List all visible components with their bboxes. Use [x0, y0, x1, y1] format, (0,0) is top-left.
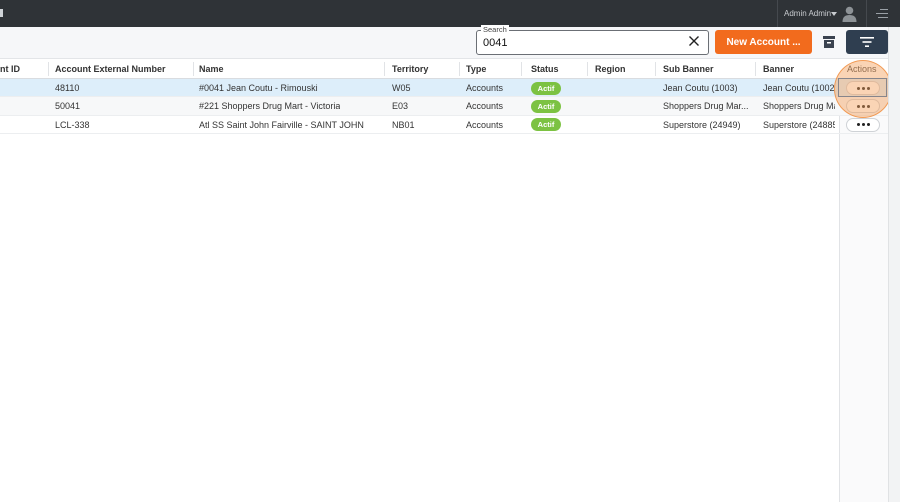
table-row[interactable]: LCL-338 Atl SS Saint John Fairville - SA…	[0, 116, 888, 134]
cell-type: Accounts	[466, 83, 504, 93]
cell-banner: Shoppers Drug Mar...	[763, 101, 835, 112]
column-divider	[587, 62, 588, 76]
more-dot	[866, 123, 870, 127]
menu-icon[interactable]	[876, 9, 888, 19]
column-header-region[interactable]: Region	[595, 64, 626, 74]
cell-territory: W05	[392, 83, 411, 93]
filter-button[interactable]	[846, 30, 888, 54]
more-dot	[856, 123, 860, 127]
cell-external-number: 50041	[55, 101, 81, 112]
search-label: Search	[481, 25, 509, 34]
app-menu-icon[interactable]	[0, 9, 3, 17]
cell-sub-banner: Shoppers Drug Mar...	[663, 101, 749, 112]
more-dot	[861, 123, 865, 127]
cell-territory: E03	[392, 101, 409, 112]
column-header-territory[interactable]: Territory	[392, 64, 428, 74]
column-header-type[interactable]: Type	[466, 64, 486, 74]
column-header-banner[interactable]: Banner	[763, 64, 794, 74]
focused-actions-cell	[838, 78, 887, 97]
column-divider	[48, 62, 49, 76]
cell-name: #0041 Jean Coutu - Rimouski	[199, 83, 318, 93]
column-header-status[interactable]: Status	[531, 64, 559, 74]
topbar-divider	[777, 0, 778, 27]
status-badge: Actif	[531, 118, 561, 132]
cell-banner: Jean Coutu (1002)	[763, 83, 835, 93]
column-divider	[521, 62, 522, 76]
cell-external-number: LCL-338	[55, 119, 90, 130]
table-header: nt ID Account External Number Name Terri…	[0, 59, 888, 79]
table-row[interactable]: 50041 #221 Shoppers Drug Mart - Victoria…	[0, 97, 888, 116]
cell-banner: Superstore (24885)	[763, 119, 835, 130]
topbar-divider	[866, 0, 867, 27]
cell-name: Atl SS Saint John Fairville - SAINT JOHN	[199, 119, 364, 130]
user-avatar-icon[interactable]	[842, 6, 857, 22]
search-input[interactable]	[483, 36, 673, 50]
close-icon[interactable]	[688, 35, 700, 47]
cell-name: #221 Shoppers Drug Mart - Victoria	[199, 101, 341, 112]
more-dot	[856, 104, 860, 108]
row-actions-button[interactable]	[846, 99, 880, 114]
column-header-actions: Actions	[847, 64, 877, 74]
cell-territory: NB01	[392, 119, 415, 130]
caret-down-icon[interactable]	[831, 12, 837, 16]
column-divider	[193, 62, 194, 76]
row-actions-button[interactable]	[846, 117, 880, 132]
new-account-button[interactable]: New Account ...	[715, 30, 812, 54]
status-badge: Actif	[531, 81, 561, 95]
column-divider	[655, 62, 656, 76]
archive-icon[interactable]	[820, 33, 838, 51]
cell-type: Accounts	[466, 101, 504, 112]
column-header-external-number[interactable]: Account External Number	[55, 64, 166, 74]
more-dot	[866, 104, 870, 108]
cell-type: Accounts	[466, 119, 504, 130]
filter-icon	[860, 37, 874, 47]
user-name[interactable]: Admin Admin	[784, 9, 831, 18]
column-header-name[interactable]: Name	[199, 64, 224, 74]
cell-external-number: 48110	[55, 83, 80, 93]
column-divider	[459, 62, 460, 76]
column-divider	[755, 62, 756, 76]
column-header-account-id[interactable]: nt ID	[0, 64, 20, 74]
status-badge: Actif	[531, 99, 561, 113]
top-navigation-bar: Admin Admin	[0, 0, 900, 27]
accounts-table: nt ID Account External Number Name Terri…	[0, 59, 888, 134]
column-divider	[384, 62, 385, 76]
cell-sub-banner: Superstore (24949)	[663, 119, 741, 130]
cell-sub-banner: Jean Coutu (1003)	[663, 83, 738, 93]
table-row[interactable]: 48110 #0041 Jean Coutu - Rimouski W05 Ac…	[0, 79, 888, 98]
more-dot	[861, 104, 865, 108]
vertical-scrollbar[interactable]	[888, 27, 900, 502]
column-header-sub-banner[interactable]: Sub Banner	[663, 64, 714, 74]
